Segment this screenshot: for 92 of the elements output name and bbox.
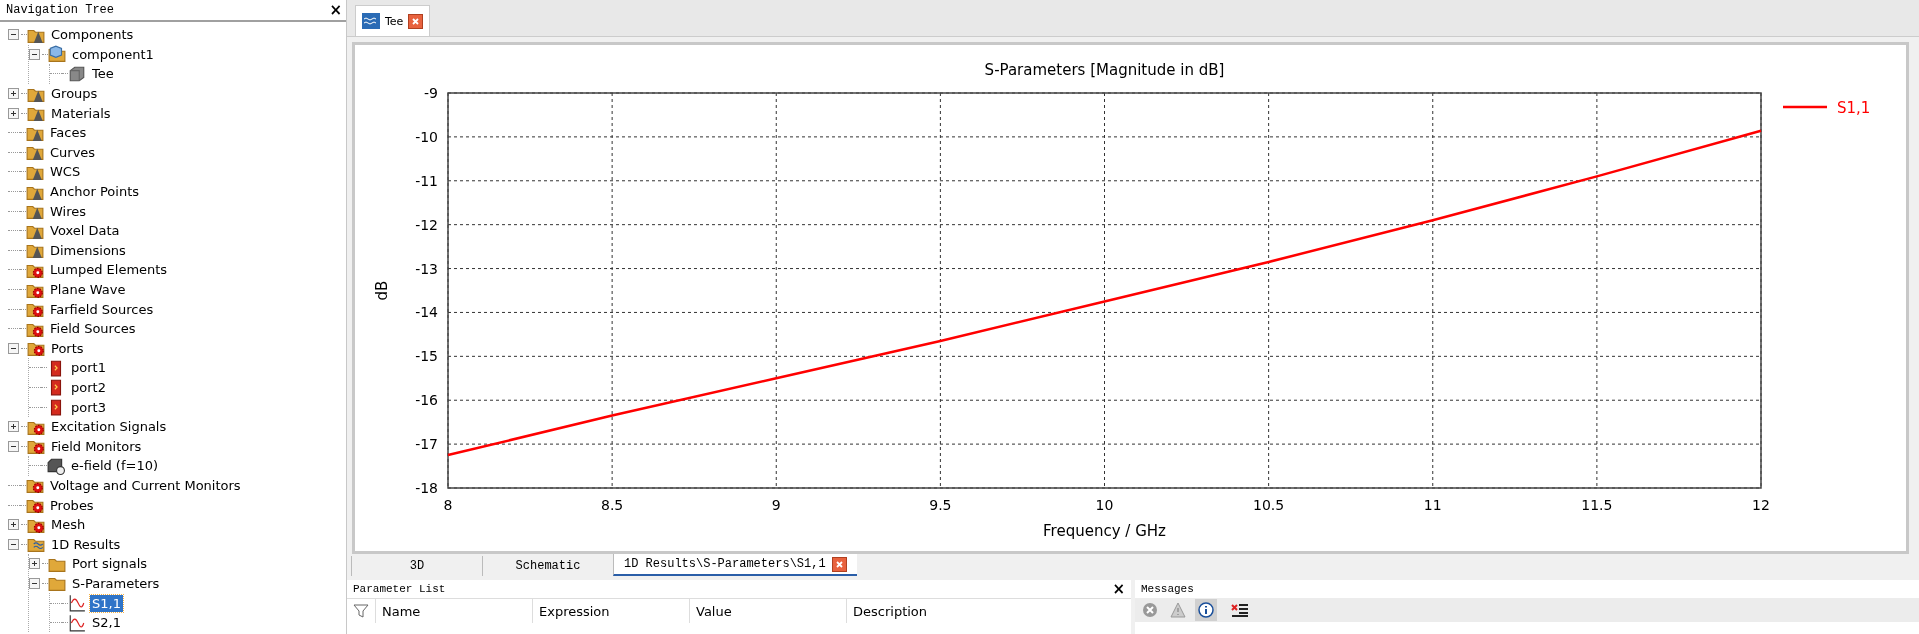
close-button[interactable]: × bbox=[1112, 581, 1125, 597]
collapse-icon[interactable] bbox=[8, 29, 19, 41]
tick-label: 8 bbox=[443, 497, 453, 513]
tree-item[interactable]: port2 bbox=[69, 379, 108, 396]
collapse-icon[interactable] bbox=[29, 577, 40, 589]
component-icon bbox=[48, 45, 66, 64]
collapse-icon[interactable] bbox=[8, 342, 19, 354]
tree-item[interactable]: Components bbox=[49, 26, 136, 44]
view-tab[interactable]: 3D bbox=[351, 556, 482, 576]
tick-label: -12 bbox=[415, 216, 438, 233]
document-tab[interactable]: Tee bbox=[355, 5, 431, 36]
tree-item[interactable]: port3 bbox=[69, 398, 108, 416]
tree-item[interactable]: Voltage and Current Monitors bbox=[48, 476, 243, 494]
info-icon bbox=[1198, 602, 1214, 618]
tree-item[interactable]: Ports bbox=[49, 339, 86, 357]
tree-item[interactable]: Materials bbox=[49, 104, 113, 122]
curve-plot-icon bbox=[68, 594, 86, 612]
expand-icon[interactable] bbox=[8, 421, 19, 433]
tick-label: -16 bbox=[415, 392, 438, 409]
tick-label: -14 bbox=[415, 304, 438, 321]
tick-label: 9 bbox=[771, 497, 781, 513]
tree-item[interactable]: Excitation Signals bbox=[49, 418, 169, 436]
close-button[interactable]: × bbox=[329, 2, 342, 18]
column-header[interactable]: Expression bbox=[532, 599, 689, 623]
chart-title: S-Parameters [Magnitude in dB] bbox=[984, 61, 1225, 79]
error-icon bbox=[1142, 602, 1158, 618]
expand-icon[interactable] bbox=[8, 88, 19, 100]
tick-label: 11 bbox=[1423, 497, 1442, 513]
tick-label: 9.5 bbox=[929, 497, 952, 513]
collapse-icon[interactable] bbox=[29, 48, 40, 60]
tree-item[interactable]: 1D Results bbox=[49, 535, 123, 553]
tick-label: 10 bbox=[1095, 497, 1114, 513]
tree-item[interactable]: WCS bbox=[48, 163, 83, 181]
warning-icon bbox=[1170, 602, 1186, 618]
tree-item[interactable]: Field Sources bbox=[48, 320, 138, 338]
tick-label: 11.5 bbox=[1581, 497, 1613, 513]
panel-title: Parameter List bbox=[353, 583, 446, 595]
tree-item[interactable]: Field Monitors bbox=[49, 437, 144, 455]
tree-item[interactable]: Mesh bbox=[49, 516, 88, 534]
tick-label: -11 bbox=[415, 172, 438, 189]
tick-label: -18 bbox=[415, 480, 438, 496]
tree-item[interactable]: S2,1 bbox=[90, 614, 123, 632]
tree-item[interactable]: Groups bbox=[49, 85, 100, 103]
clear-list-icon[interactable] bbox=[1231, 602, 1249, 618]
curve-plot-icon bbox=[68, 613, 86, 632]
tree-item[interactable]: Curves bbox=[48, 143, 98, 161]
expand-icon[interactable] bbox=[8, 519, 19, 531]
legend-label: S1,1 bbox=[1837, 99, 1871, 117]
tree-item[interactable]: S1,1 bbox=[90, 594, 123, 612]
tick-label: -9 bbox=[424, 85, 438, 101]
tree-item[interactable]: Dimensions bbox=[48, 241, 128, 259]
tree-item[interactable]: Lumped Elements bbox=[48, 261, 170, 279]
tree-item[interactable]: Voxel Data bbox=[48, 222, 122, 240]
expand-icon[interactable] bbox=[29, 558, 40, 570]
legend-swatch bbox=[1783, 105, 1827, 109]
expand-icon[interactable] bbox=[8, 107, 19, 119]
tree-item[interactable]: Tee bbox=[90, 65, 116, 83]
tree-item[interactable]: Anchor Points bbox=[48, 183, 141, 201]
tree-item[interactable]: e-field (f=10) bbox=[69, 457, 161, 475]
tree-item[interactable]: Plane Wave bbox=[48, 281, 128, 298]
column-header[interactable]: Value bbox=[689, 599, 846, 623]
tick-label: 8.5 bbox=[601, 497, 624, 513]
panel-title: Navigation Tree bbox=[6, 3, 115, 17]
wave-icon bbox=[362, 13, 380, 29]
column-header[interactable]: Name bbox=[375, 599, 532, 623]
collapse-icon[interactable] bbox=[8, 440, 19, 452]
tick-label: -10 bbox=[415, 128, 438, 145]
tree-item[interactable]: Probes bbox=[48, 496, 96, 514]
tick-label: -17 bbox=[415, 436, 438, 453]
cube-icon bbox=[68, 65, 86, 83]
tick-label: 12 bbox=[1752, 497, 1770, 513]
view-tab[interactable]: 1D Results\S-Parameters\S1,1 bbox=[613, 554, 857, 576]
tree-item[interactable]: Wires bbox=[48, 202, 88, 220]
column-header[interactable]: Description bbox=[846, 599, 993, 623]
axis-title: Frequency / GHz bbox=[1043, 522, 1166, 540]
tree-item[interactable]: Faces bbox=[48, 124, 89, 142]
monitor-box-icon bbox=[47, 456, 65, 475]
tree-item[interactable]: port1 bbox=[69, 359, 108, 377]
panel-title: Messages bbox=[1141, 583, 1194, 595]
tick-label: -15 bbox=[415, 348, 438, 365]
axis-title: dB bbox=[373, 280, 391, 301]
close-icon[interactable] bbox=[408, 13, 424, 29]
tick-label: 10.5 bbox=[1253, 497, 1285, 513]
tree-item[interactable]: Farfield Sources bbox=[48, 300, 156, 318]
filter-button[interactable] bbox=[1195, 599, 1217, 621]
tree-item[interactable]: Port signals bbox=[70, 555, 150, 573]
collapse-icon[interactable] bbox=[8, 538, 19, 550]
close-icon[interactable] bbox=[831, 556, 847, 572]
tick-label: -13 bbox=[415, 260, 438, 277]
tree-item[interactable]: component1 bbox=[70, 45, 156, 63]
tree-item[interactable]: S-Parameters bbox=[70, 574, 162, 592]
filter-icon[interactable] bbox=[353, 603, 369, 619]
